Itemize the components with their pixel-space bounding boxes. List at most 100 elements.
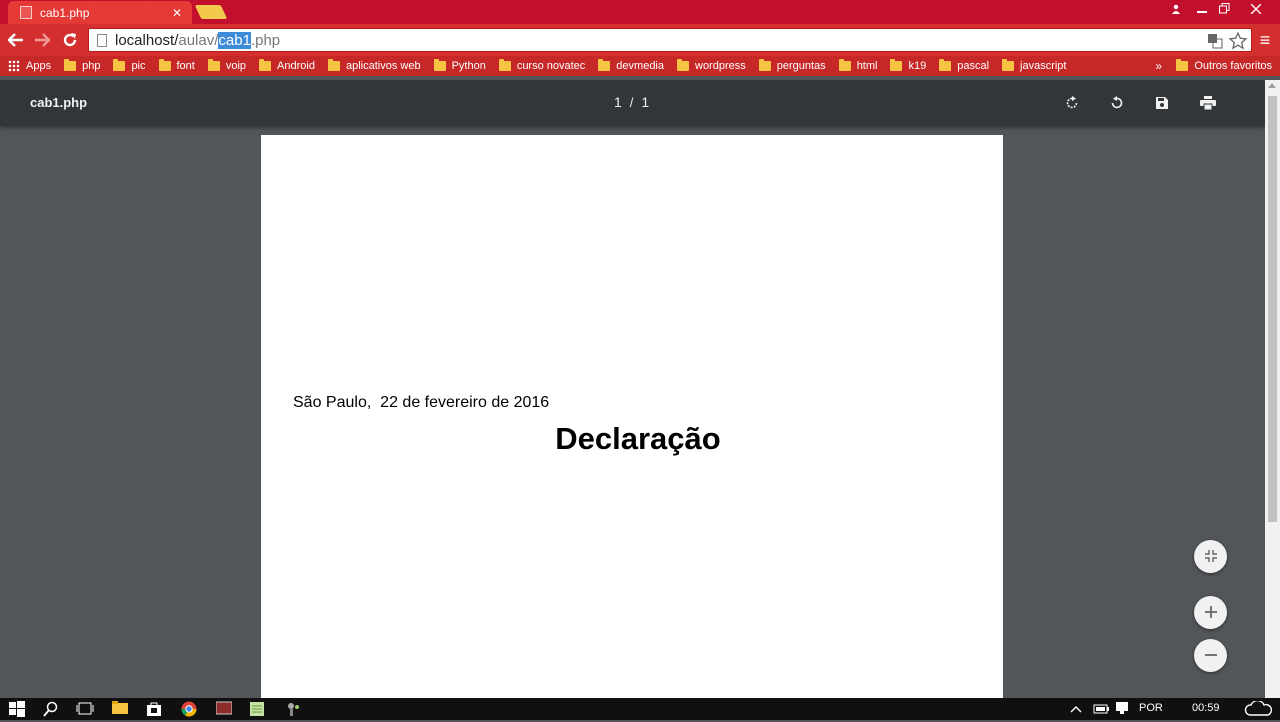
bookmark-label: pic xyxy=(131,60,146,72)
bookmark-star-icon[interactable] xyxy=(1228,31,1248,55)
scroll-up-arrow-icon[interactable] xyxy=(1268,83,1276,88)
rotate-clockwise-icon[interactable] xyxy=(1061,92,1083,114)
tab-strip: cab1.php ✕ xyxy=(0,0,1280,24)
battery-icon[interactable] xyxy=(1091,701,1109,717)
bookmark-folder[interactable]: pic xyxy=(113,59,146,72)
scrollbar-thumb[interactable] xyxy=(1268,96,1277,522)
bookmark-label: aplicativos web xyxy=(345,60,421,72)
system-clock[interactable]: 00:59 xyxy=(1192,702,1220,714)
bookmark-folder[interactable]: Android xyxy=(259,59,315,72)
bookmark-folder[interactable]: javascript xyxy=(1002,59,1067,72)
file-explorer-icon[interactable] xyxy=(112,701,128,717)
bookmarks-overflow-button[interactable]: » xyxy=(1155,56,1162,76)
chevron-up-icon[interactable] xyxy=(1070,701,1086,717)
tab-title: cab1.php xyxy=(40,5,90,20)
new-tab-button[interactable] xyxy=(194,5,228,19)
apps-grid-icon xyxy=(8,60,20,72)
print-icon[interactable] xyxy=(1197,92,1219,114)
notepad-icon[interactable] xyxy=(250,701,266,717)
bookmark-folder[interactable]: font xyxy=(158,59,195,72)
bookmark-folder[interactable]: Python xyxy=(433,59,486,72)
translate-icon[interactable] xyxy=(1207,31,1223,55)
bookmark-label: html xyxy=(856,60,878,72)
rotate-counterclockwise-icon[interactable] xyxy=(1106,92,1128,114)
zoom-in-button[interactable] xyxy=(1194,596,1227,629)
folder-icon xyxy=(939,59,952,71)
bookmark-folder[interactable]: php xyxy=(64,59,101,72)
bookmark-folder[interactable]: k19 xyxy=(890,59,927,72)
folder-icon xyxy=(327,59,340,71)
search-icon[interactable] xyxy=(43,701,59,717)
bookmark-folder[interactable]: wordpress xyxy=(677,59,746,72)
window-close-icon[interactable] xyxy=(1242,0,1270,18)
bookmark-label: javascript xyxy=(1020,60,1067,72)
back-button[interactable] xyxy=(4,28,28,52)
folder-icon xyxy=(758,59,771,71)
bookmark-label: Outros favoritos xyxy=(1194,60,1272,72)
chrome-taskbar-icon[interactable] xyxy=(181,701,197,717)
browser-tab[interactable]: cab1.php ✕ xyxy=(8,1,192,24)
plus-icon xyxy=(1204,606,1217,618)
fit-to-page-button[interactable] xyxy=(1194,540,1227,573)
minus-icon xyxy=(1204,654,1217,656)
document-heading: Declaração xyxy=(555,421,721,456)
page-indicator: 1 / 1 xyxy=(614,94,649,110)
folder-icon xyxy=(207,59,220,71)
task-view-icon[interactable] xyxy=(76,701,94,717)
folder-icon xyxy=(64,59,77,71)
folder-icon xyxy=(1002,59,1015,71)
other-bookmarks-folder[interactable]: Outros favoritos xyxy=(1176,56,1272,76)
bookmarks-bar: Apps php pic font voip Android aplicativ… xyxy=(0,56,1280,76)
bookmark-folder[interactable]: perguntas xyxy=(758,59,826,72)
bookmark-folder[interactable]: voip xyxy=(207,59,246,72)
date-line: São Paulo, 22 de fevereiro de 2016 xyxy=(293,394,550,411)
folder-icon xyxy=(598,59,611,71)
zoom-out-button[interactable] xyxy=(1194,639,1227,672)
bookmark-label: php xyxy=(82,60,101,72)
tab-close-icon[interactable]: ✕ xyxy=(172,6,182,20)
bookmark-label: perguntas xyxy=(776,60,826,72)
windows-start-icon[interactable] xyxy=(9,701,25,717)
pdf-page: São Paulo, 22 de fevereiro de 2016 Decla… xyxy=(261,135,1003,700)
save-icon[interactable] xyxy=(1151,92,1173,114)
bookmark-label: curso novatec xyxy=(516,60,586,72)
network-icon[interactable] xyxy=(1115,701,1131,717)
onedrive-cloud-icon[interactable] xyxy=(1244,699,1274,717)
media-player-icon[interactable] xyxy=(215,701,233,717)
bookmark-folder[interactable]: pascal xyxy=(939,59,989,72)
fit-page-icon xyxy=(1204,550,1217,562)
forward-button[interactable] xyxy=(30,28,54,52)
input-language[interactable]: POR xyxy=(1139,702,1163,714)
bookmark-apps[interactable]: Apps xyxy=(8,60,51,72)
bookmark-folder[interactable]: aplicativos web xyxy=(327,59,421,72)
page-info-icon[interactable] xyxy=(97,33,107,47)
pdf-document-title: cab1.php xyxy=(30,95,88,110)
address-bar[interactable]: localhost/aulav/cab1.php xyxy=(88,28,1252,52)
page-favicon-icon xyxy=(20,6,32,19)
bookmark-folder[interactable]: html xyxy=(838,59,878,72)
current-page-input[interactable]: 1 xyxy=(614,94,622,110)
folder-icon xyxy=(677,59,689,71)
folder-icon xyxy=(113,59,126,71)
bookmark-folder[interactable]: devmedia xyxy=(598,59,664,72)
bookmark-folder[interactable]: curso novatec xyxy=(498,59,586,72)
url-text: localhost/aulav/cab1.php xyxy=(115,31,281,49)
restore-icon[interactable] xyxy=(1210,0,1238,18)
folder-icon xyxy=(1176,59,1189,71)
store-icon[interactable] xyxy=(146,701,162,717)
folder-icon xyxy=(433,59,446,71)
bookmark-label: font xyxy=(176,60,195,72)
bookmark-label: wordpress xyxy=(695,60,746,72)
chrome-menu-icon[interactable]: ≡ xyxy=(1256,29,1274,51)
folder-icon xyxy=(259,59,272,71)
bookmark-label: Python xyxy=(451,60,486,72)
server-tool-icon[interactable] xyxy=(285,701,301,717)
bookmark-label: k19 xyxy=(908,60,927,72)
user-profile-icon[interactable] xyxy=(1162,0,1190,18)
reload-button[interactable] xyxy=(58,28,82,52)
pdf-toolbar: cab1.php 1 / 1 xyxy=(0,80,1265,126)
vertical-scrollbar[interactable] xyxy=(1265,80,1280,698)
folder-icon xyxy=(890,59,903,71)
folder-icon xyxy=(158,59,171,71)
windows-taskbar: POR 00:59 xyxy=(0,698,1280,720)
